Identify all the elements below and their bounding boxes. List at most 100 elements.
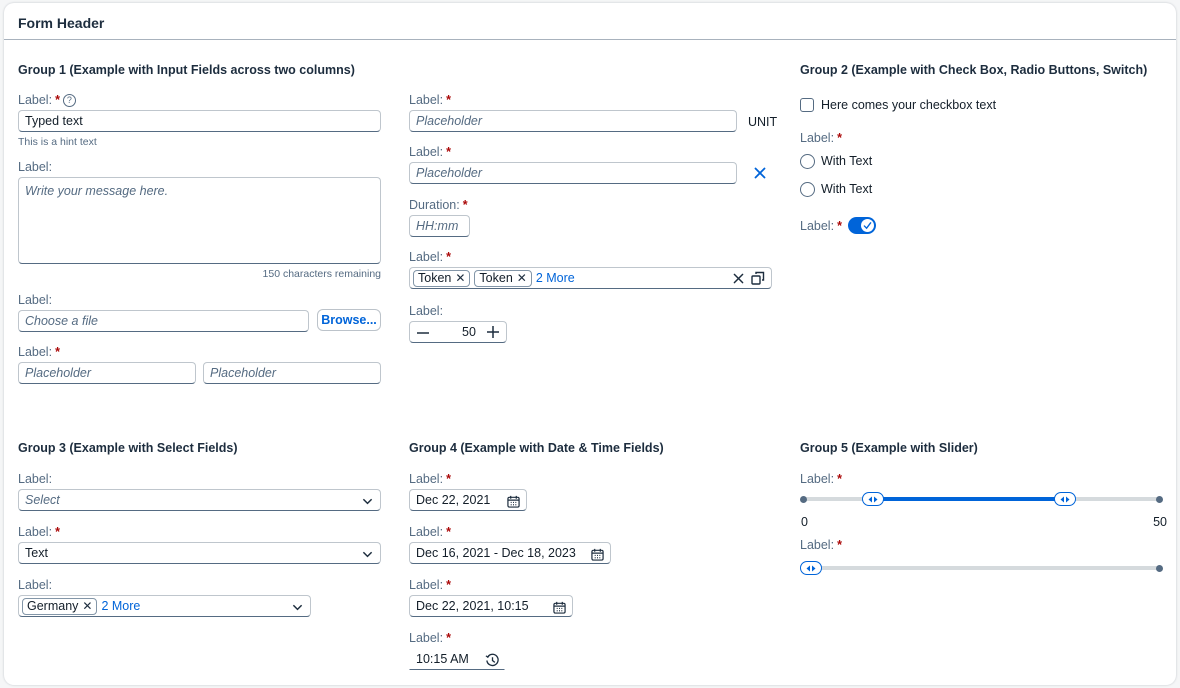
calendar-icon[interactable] bbox=[506, 494, 520, 508]
slider-handle-icon[interactable] bbox=[800, 561, 822, 575]
required-marker: * bbox=[446, 93, 451, 107]
stepper-label: Label: bbox=[409, 304, 444, 318]
duration-input[interactable]: HH:mm bbox=[409, 215, 470, 237]
help-icon[interactable]: ? bbox=[62, 93, 76, 107]
required-marker: * bbox=[55, 345, 60, 359]
slider-max-label: 50 bbox=[1153, 515, 1167, 529]
calendar-icon[interactable] bbox=[552, 600, 566, 614]
group3-title: Group 3 (Example with Select Fields) bbox=[18, 441, 238, 455]
token-text: Germany bbox=[27, 599, 79, 613]
date-value: Dec 22, 2021 bbox=[416, 493, 491, 507]
select3-more-link[interactable]: 2 More bbox=[101, 599, 140, 613]
chevron-down-icon[interactable] bbox=[361, 548, 373, 560]
message-textarea[interactable]: Write your message here. bbox=[18, 177, 381, 264]
pair-placeholder-1: Placeholder bbox=[25, 366, 92, 380]
slider1-label-text: Label: bbox=[800, 472, 835, 486]
date-label-text: Label: bbox=[409, 472, 444, 486]
pair-input-1[interactable]: Placeholder bbox=[18, 362, 196, 384]
slider-handle-icon[interactable] bbox=[1053, 492, 1076, 506]
group2: Group 2 (Example with Check Box, Radio B… bbox=[800, 63, 1170, 234]
group3: Group 3 (Example with Select Fields) Lab… bbox=[18, 441, 388, 617]
slider-progress bbox=[872, 497, 1065, 501]
checkbox[interactable] bbox=[800, 98, 814, 112]
slider[interactable] bbox=[800, 560, 1163, 576]
select2-label-text: Label: bbox=[18, 525, 53, 539]
chevron-down-icon[interactable] bbox=[361, 495, 373, 507]
textarea-counter: 150 characters remaining bbox=[262, 268, 381, 280]
required-marker: * bbox=[55, 525, 60, 539]
required-marker: * bbox=[462, 198, 468, 212]
token[interactable]: Token ✕ bbox=[413, 269, 471, 287]
time-icon[interactable] bbox=[484, 652, 500, 668]
pair-input-2[interactable]: Placeholder bbox=[203, 362, 381, 384]
group4-title: Group 4 (Example with Date & Time Fields… bbox=[409, 441, 664, 455]
required-marker: * bbox=[446, 472, 451, 486]
slider1-label: Label: * bbox=[800, 471, 842, 487]
select-field-2[interactable]: Text bbox=[18, 542, 381, 564]
radio-label: Label: * bbox=[800, 130, 842, 146]
group5: Group 5 (Example with Slider) Label: * 0 … bbox=[800, 441, 1170, 575]
group1: Group 1 (Example with Input Fields acros… bbox=[18, 63, 388, 384]
range-label: Label: * bbox=[409, 524, 451, 540]
date-label: Label: * bbox=[409, 471, 451, 487]
toggle-switch[interactable] bbox=[848, 217, 876, 234]
multi-label-text: Label: bbox=[409, 250, 444, 264]
time-label-text: Label: bbox=[409, 631, 444, 645]
radio-button-2[interactable] bbox=[800, 182, 815, 197]
multi-select-field[interactable]: Germany ✕ 2 More bbox=[18, 595, 311, 617]
value-help-icon[interactable] bbox=[751, 271, 765, 285]
required-marker: * bbox=[446, 578, 451, 592]
datetime-value: Dec 22, 2021, 10:15 bbox=[416, 599, 529, 613]
time-picker[interactable]: 10:15 AM bbox=[409, 648, 505, 670]
token-remove-icon[interactable]: ✕ bbox=[82, 599, 92, 613]
radio-button-1[interactable] bbox=[800, 154, 815, 169]
switch-label: Label: * bbox=[800, 218, 842, 234]
slider2-label-text: Label: bbox=[800, 538, 835, 552]
pair-label-text: Label: bbox=[18, 345, 53, 359]
required-marker: * bbox=[446, 525, 451, 539]
group2-title: Group 2 (Example with Check Box, Radio B… bbox=[800, 63, 1148, 77]
range-slider[interactable] bbox=[800, 491, 1163, 507]
check-icon bbox=[861, 219, 874, 232]
field1-label: Label: *? bbox=[18, 92, 76, 108]
required-marker: * bbox=[446, 250, 451, 264]
clear-input[interactable]: Placeholder bbox=[409, 162, 737, 184]
multi-label: Label: * bbox=[409, 249, 451, 265]
clear-icon[interactable] bbox=[753, 166, 767, 180]
unit-label-text: Label: bbox=[409, 93, 444, 107]
tokens-more-link[interactable]: 2 More bbox=[536, 271, 575, 285]
duration-label-text: Duration: bbox=[409, 198, 460, 212]
token-remove-icon[interactable]: ✕ bbox=[517, 271, 527, 285]
select-field-1[interactable]: Select bbox=[18, 489, 381, 511]
date-picker[interactable]: Dec 22, 2021 bbox=[409, 489, 527, 511]
quantity-stepper[interactable]: 50 bbox=[409, 321, 507, 343]
file-placeholder: Choose a file bbox=[25, 314, 98, 328]
slider-track bbox=[803, 566, 1160, 570]
datetime-picker[interactable]: Dec 22, 2021, 10:15 bbox=[409, 595, 573, 617]
group1-title: Group 1 (Example with Input Fields acros… bbox=[18, 63, 355, 77]
datetime-label-text: Label: bbox=[409, 578, 444, 592]
slider-handle-icon[interactable] bbox=[861, 492, 884, 506]
token[interactable]: Token ✕ bbox=[474, 269, 532, 287]
token-text: Token bbox=[479, 271, 513, 285]
unit-input[interactable]: Placeholder bbox=[409, 110, 737, 132]
range-label-text: Label: bbox=[409, 525, 444, 539]
calendar-icon[interactable] bbox=[590, 547, 604, 561]
plus-icon[interactable] bbox=[486, 325, 500, 339]
clear-icon[interactable] bbox=[732, 272, 744, 284]
token[interactable]: Germany ✕ bbox=[22, 597, 98, 615]
slider-start-dot bbox=[800, 495, 807, 503]
multi-input[interactable]: Token ✕ Token ✕ 2 More bbox=[409, 267, 772, 289]
clear-placeholder: Placeholder bbox=[416, 166, 483, 180]
token-remove-icon[interactable]: ✕ bbox=[455, 271, 465, 285]
date-range-picker[interactable]: Dec 16, 2021 - Dec 18, 2023 bbox=[409, 542, 611, 564]
file-input[interactable]: Choose a file bbox=[18, 310, 309, 332]
slider-end-dot bbox=[1156, 564, 1163, 572]
minus-icon[interactable] bbox=[416, 326, 430, 340]
field1-value: Typed text bbox=[25, 114, 83, 128]
slider-end-dot bbox=[1156, 495, 1163, 503]
chevron-down-icon[interactable] bbox=[291, 601, 303, 613]
browse-button[interactable]: Browse... bbox=[317, 309, 381, 331]
field1-input[interactable]: Typed text bbox=[18, 110, 381, 132]
group5-title: Group 5 (Example with Slider) bbox=[800, 441, 978, 455]
